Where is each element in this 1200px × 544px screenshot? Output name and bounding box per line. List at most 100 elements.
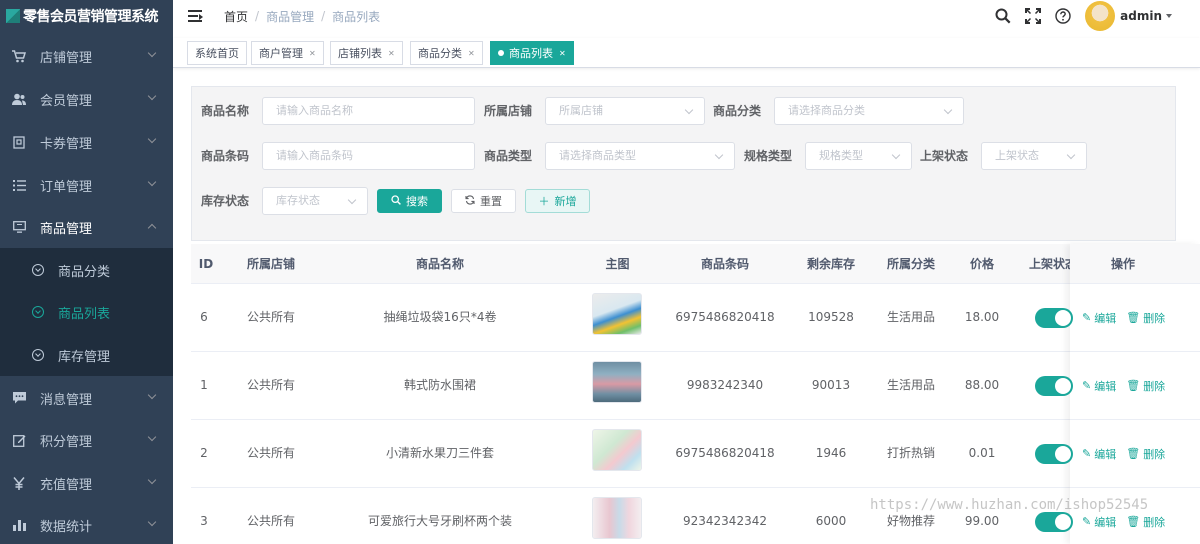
sidebar-item-recharge[interactable]: 充值管理 xyxy=(0,462,173,504)
sidebar-item-shop[interactable]: 店铺管理 xyxy=(0,35,173,77)
shelf-select[interactable]: 上架状态 xyxy=(981,142,1087,170)
row-actions: ✎ 编辑 🗑 删除 xyxy=(1082,420,1175,487)
column-header: 所属分类 xyxy=(886,257,935,271)
sidebar-subitem-category[interactable]: 商品分类 xyxy=(0,249,173,291)
cell-name: 韩式防水围裙 xyxy=(403,378,476,392)
tag-label: 商品分类 xyxy=(418,47,462,60)
cell-id: 1 xyxy=(200,378,208,392)
shelf-status-switch[interactable] xyxy=(1035,512,1073,532)
tag-label: 店铺列表 xyxy=(338,47,382,60)
product-image[interactable] xyxy=(592,429,642,471)
edit-button[interactable]: ✎ 编辑 xyxy=(1082,310,1116,326)
close-icon[interactable]: ✕ xyxy=(388,49,395,58)
shelf-status-switch[interactable] xyxy=(1035,444,1073,464)
cell-name: 可爱旅行大号牙刷杯两个装 xyxy=(367,514,512,528)
breadcrumb-current: 商品列表 xyxy=(332,9,381,24)
close-icon[interactable]: ✕ xyxy=(559,49,566,58)
close-icon[interactable]: ✕ xyxy=(468,49,475,58)
chevron-down-icon xyxy=(943,105,953,115)
barcode-input[interactable]: 请输入商品条码 xyxy=(262,142,475,170)
close-icon[interactable]: ✕ xyxy=(309,49,316,58)
refresh-icon xyxy=(465,194,475,208)
sidebar-item-message[interactable]: 消息管理 xyxy=(0,377,173,419)
sidebar-item-stats[interactable]: 数据统计 xyxy=(0,504,173,544)
tag-category[interactable]: 商品分类 ✕ xyxy=(410,41,483,65)
app-title: 零售会员营销管理系统 xyxy=(23,9,159,25)
category-select-placeholder: 请选择商品分类 xyxy=(788,104,865,117)
type-select[interactable]: 请选择商品类型 xyxy=(545,142,735,170)
breadcrumb-item: 商品管理 xyxy=(266,9,315,24)
product-name-label: 商品名称 xyxy=(201,104,250,118)
shelf-status-switch[interactable] xyxy=(1035,376,1073,396)
sidebar-item-label: 充值管理 xyxy=(40,477,93,493)
edit-label: 编辑 xyxy=(1094,515,1117,529)
caret-down-icon[interactable] xyxy=(1166,14,1172,18)
message-icon xyxy=(12,391,26,405)
tag-merchant[interactable]: 商户管理 ✕ xyxy=(251,41,324,65)
delete-button[interactable]: 🗑 删除 xyxy=(1126,378,1165,394)
cell-price: 88.00 xyxy=(964,378,1000,392)
product-name-input[interactable]: 请输入商品名称 xyxy=(262,97,475,125)
sidebar-subitem-product-list[interactable]: 商品列表 xyxy=(0,291,173,333)
tag-home[interactable]: 系统首页 xyxy=(187,41,247,65)
yen-icon xyxy=(12,476,26,490)
chevron-down-icon xyxy=(147,432,157,442)
tag-shop-list[interactable]: 店铺列表 ✕ xyxy=(330,41,403,65)
row-actions: ✎ 编辑 🗑 删除 xyxy=(1082,284,1175,351)
sidebar-item-order[interactable]: 订单管理 xyxy=(0,164,173,206)
search-panel: 商品名称 请输入商品名称 所属店铺 所属店铺 商品分类 请选择商品分类 商品条码… xyxy=(191,86,1176,241)
product-image[interactable] xyxy=(592,293,642,335)
delete-button[interactable]: 🗑 删除 xyxy=(1126,514,1165,530)
sidebar-subitem-label: 商品列表 xyxy=(58,306,111,322)
operations-cell: ✎ 编辑 🗑 删除 xyxy=(1035,284,1200,352)
column-header: 主图 xyxy=(605,257,630,271)
shop-select[interactable]: 所属店铺 xyxy=(545,97,705,125)
column-header: 上架状态 xyxy=(1029,257,1071,271)
sidebar-subitem-stock[interactable]: 库存管理 xyxy=(0,334,173,376)
reset-button[interactable]: 重置 xyxy=(451,189,516,213)
sidebar-item-coupon[interactable]: 卡券管理 xyxy=(0,121,173,163)
sidebar-item-product[interactable]: 商品管理 xyxy=(0,206,173,248)
barcode-label: 商品条码 xyxy=(201,149,250,163)
tag-label: 商品列表 xyxy=(509,47,553,60)
hamburger-icon[interactable] xyxy=(188,10,204,22)
edit-button[interactable]: ✎ 编辑 xyxy=(1082,514,1116,530)
username[interactable]: admin xyxy=(1120,9,1162,23)
breadcrumb-home[interactable]: 首页 xyxy=(224,8,248,25)
spec-select[interactable]: 规格类型 xyxy=(805,142,912,170)
sidebar-item-label: 数据统计 xyxy=(40,519,93,535)
edit-button[interactable]: ✎ 编辑 xyxy=(1082,378,1116,394)
help-icon[interactable] xyxy=(1053,6,1073,26)
avatar[interactable] xyxy=(1085,1,1116,31)
sidebar-item-points[interactable]: 积分管理 xyxy=(0,419,173,461)
stock-select[interactable]: 库存状态 xyxy=(262,187,368,215)
cell-category: 打折热销 xyxy=(886,446,935,460)
delete-button[interactable]: 🗑 删除 xyxy=(1126,310,1165,326)
product-image[interactable] xyxy=(592,361,642,403)
search-button[interactable]: 搜索 xyxy=(377,189,442,213)
shelf-label: 上架状态 xyxy=(920,149,969,163)
shelf-select-placeholder: 上架状态 xyxy=(995,149,1039,162)
delete-button[interactable]: 🗑 删除 xyxy=(1126,446,1165,462)
product-image[interactable] xyxy=(592,497,642,539)
category-select[interactable]: 请选择商品分类 xyxy=(774,97,964,125)
cell-shop: 公共所有 xyxy=(246,514,295,528)
spec-label: 规格类型 xyxy=(744,149,793,163)
row-actions: ✎ 编辑 🗑 删除 xyxy=(1082,352,1175,419)
search-icon[interactable] xyxy=(993,6,1013,26)
chevron-down-icon xyxy=(147,390,157,400)
column-header: 所属店铺 xyxy=(246,257,295,271)
edit-button[interactable]: ✎ 编辑 xyxy=(1082,446,1116,462)
cell-price: 18.00 xyxy=(964,310,1000,324)
tag-product-list[interactable]: 商品列表 ✕ xyxy=(490,41,574,65)
shelf-status-switch[interactable] xyxy=(1035,308,1073,328)
chevron-down-icon xyxy=(147,177,157,187)
sidebar-item-member[interactable]: 会员管理 xyxy=(0,78,173,120)
sidebar-item-label: 消息管理 xyxy=(40,392,93,408)
cell-name: 小清新水果刀三件套 xyxy=(385,446,494,460)
fullscreen-icon[interactable] xyxy=(1023,6,1043,26)
add-button[interactable]: ＋ 新增 xyxy=(525,189,590,213)
chevron-down-icon xyxy=(147,475,157,485)
sidebar-item-label: 积分管理 xyxy=(40,434,93,450)
delete-label: 删除 xyxy=(1143,379,1166,393)
